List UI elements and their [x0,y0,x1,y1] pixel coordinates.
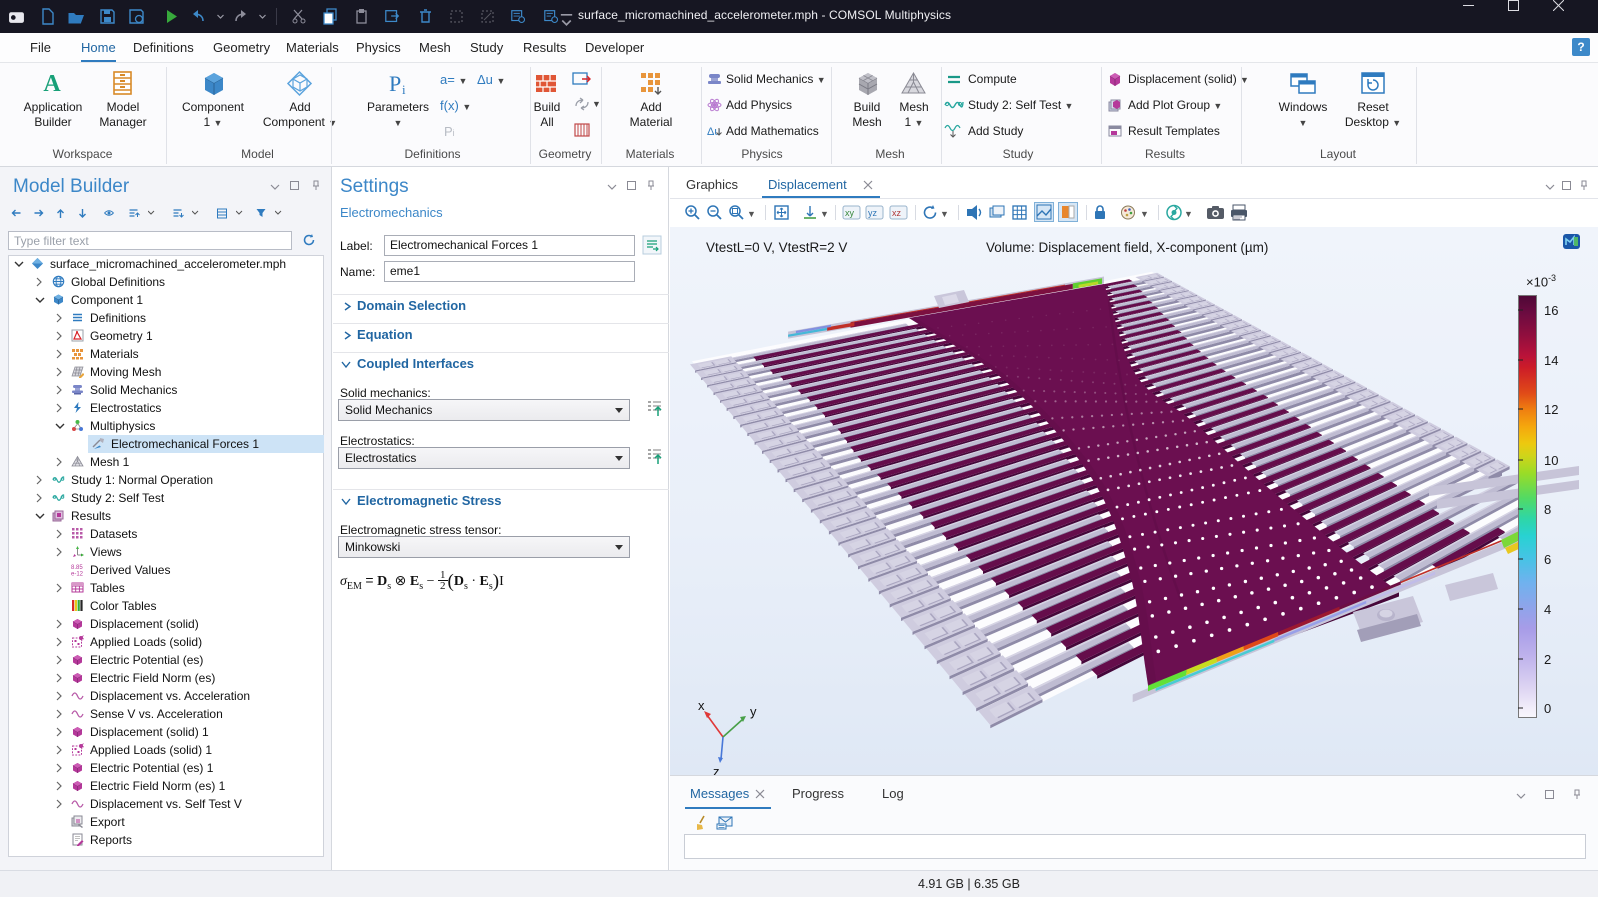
svg-text:xz: xz [892,208,902,218]
svg-text:xy: xy [845,208,855,218]
svg-text:A: A [43,71,61,96]
svg-text:yz: yz [868,208,878,218]
svg-text:P: P [389,71,401,96]
svg-text:e-12: e-12 [71,572,84,577]
svg-text:i: i [402,82,406,97]
svg-text:z: z [713,764,720,775]
svg-text:Δu: Δu [707,126,720,138]
svg-text:8.85: 8.85 [71,565,83,571]
svg-text:x: x [698,700,705,713]
svg-text:y: y [750,704,757,719]
